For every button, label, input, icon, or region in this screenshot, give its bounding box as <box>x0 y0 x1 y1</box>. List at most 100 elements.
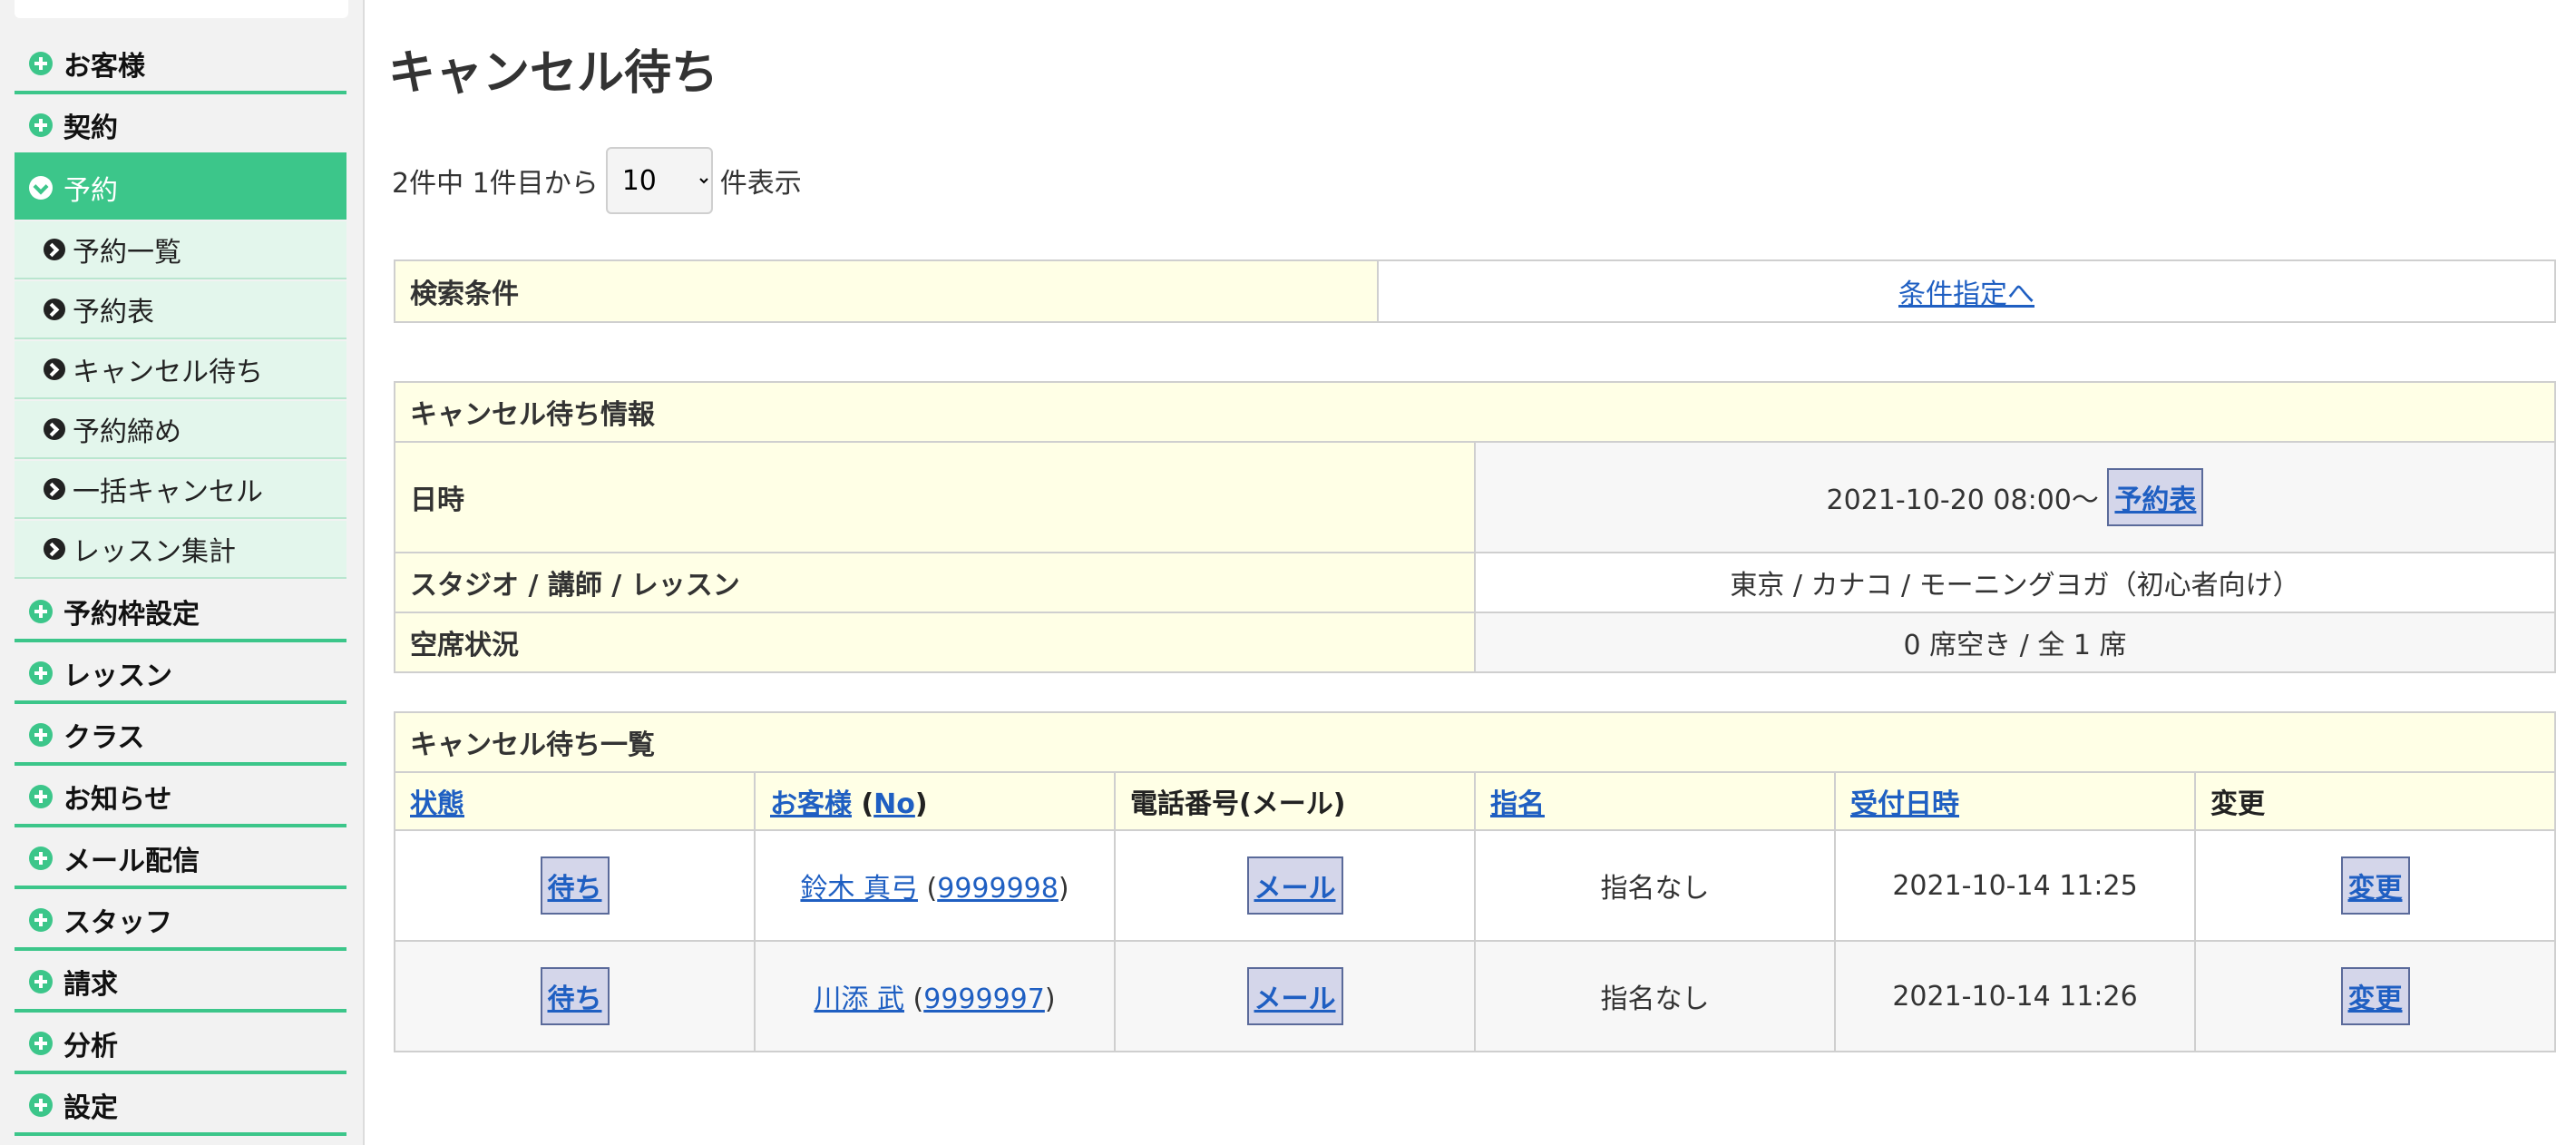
search-link-cell: 条件指定へ <box>1377 259 2556 323</box>
sidebar-subitem-reservation-list[interactable]: 予約一覧 <box>15 221 346 279</box>
info-table: キャンセル待ち情報 日時 2021-10-20 08:00〜 予約表 スタジオ … <box>394 381 2556 673</box>
customer-name-link[interactable]: 川添 武 <box>814 984 904 1015</box>
sidebar-subitem-bulk-cancel[interactable]: 一括キャンセル <box>15 461 346 519</box>
customer-name-link[interactable]: 鈴木 真弓 <box>800 873 918 905</box>
sidebar-item-label: 予約 <box>63 175 118 207</box>
sidebar-subitem-label: 予約一覧 <box>73 237 181 269</box>
sidebar-item-classes[interactable]: クラス <box>15 708 346 766</box>
change-cell: 変更 <box>2194 829 2556 942</box>
schedule-button[interactable]: 予約表 <box>2107 468 2204 526</box>
sidebar-item-label: お知らせ <box>63 784 172 816</box>
page-size-select[interactable]: 10 <box>605 147 713 214</box>
change-button[interactable]: 変更 <box>2340 967 2410 1025</box>
arrow-right-circle-icon <box>44 478 65 500</box>
customer-no-link[interactable]: 9999997 <box>923 984 1045 1015</box>
sidebar-subitem-label: 予約表 <box>73 297 154 328</box>
sidebar-subitem-label: 一括キャンセル <box>73 476 263 508</box>
studio-label: スタジオ / 講師 / レッスン <box>394 552 1476 613</box>
pager: 2件中 1件目から 10 件表示 <box>392 147 802 214</box>
plus-circle-icon <box>29 723 53 747</box>
arrow-right-circle-icon <box>44 358 65 380</box>
sidebar-item-label: レッスン <box>63 661 172 692</box>
mail-cell: メール <box>1114 829 1476 942</box>
sidebar-item-lessons[interactable]: レッスン <box>15 646 346 704</box>
plus-circle-icon <box>29 1032 53 1055</box>
sidebar-item-slot-settings[interactable]: 予約枠設定 <box>15 584 346 642</box>
plus-circle-icon <box>29 661 53 685</box>
customer-cell: 鈴木 真弓 (9999998) <box>754 829 1116 942</box>
pager-prefix: 2件中 1件目から <box>392 168 599 200</box>
waitlist-title: キャンセル待ち一覧 <box>394 711 2556 773</box>
plus-circle-icon <box>29 113 53 137</box>
sidebar-item-label: 請求 <box>63 969 118 1001</box>
search-conditions-link[interactable]: 条件指定へ <box>1898 279 2034 310</box>
sidebar-item-label: 契約 <box>63 113 118 144</box>
main-content: キャンセル待ち 2件中 1件目から 10 件表示 検索条件 条件指定へ キャンセ… <box>363 0 2576 1145</box>
table-row: 待ち 川添 武 (9999997) メール 指名なし 2021-10-14 11… <box>394 940 2556 1052</box>
status-cell: 待ち <box>394 940 756 1052</box>
plus-circle-icon <box>29 785 53 808</box>
sort-customer-no-link[interactable]: No <box>873 788 915 820</box>
mail-cell: メール <box>1114 940 1476 1052</box>
sidebar-subitem-reservation-close[interactable]: 予約締め <box>15 401 346 459</box>
sidebar-subitem-lesson-summary[interactable]: レッスン集計 <box>15 521 346 579</box>
plus-circle-icon <box>29 970 53 993</box>
plus-circle-icon <box>29 847 53 870</box>
nomination-cell: 指名なし <box>1474 829 1836 942</box>
sidebar-subitem-label: レッスン集計 <box>73 536 236 568</box>
change-cell: 変更 <box>2194 940 2556 1052</box>
search-table: 検索条件 条件指定へ <box>394 259 2556 323</box>
sidebar-item-settings[interactable]: 設定 <box>15 1078 346 1136</box>
plus-circle-icon <box>29 908 53 932</box>
mail-button[interactable]: メール <box>1246 856 1343 915</box>
sidebar-item-reservations[interactable]: 予約 <box>15 156 346 220</box>
col-received[interactable]: 受付日時 <box>1834 771 2196 831</box>
customer-no-link[interactable]: 9999998 <box>937 873 1059 905</box>
sidebar-subitem-reservation-table[interactable]: 予約表 <box>15 281 346 339</box>
seats-label: 空席状況 <box>394 612 1476 673</box>
sort-received-link[interactable]: 受付日時 <box>1850 788 1959 820</box>
sidebar-subitem-label: キャンセル待ち <box>73 357 263 388</box>
sidebar: お客様 契約 予約 予約一覧 予約表 キャンセル待ち 予約締め 一括キャンセル … <box>0 0 365 1145</box>
status-cell: 待ち <box>394 829 756 942</box>
sidebar-item-label: 設定 <box>63 1092 118 1124</box>
change-button[interactable]: 変更 <box>2340 856 2410 915</box>
sidebar-item-label: 分析 <box>63 1031 118 1062</box>
search-label: 検索条件 <box>394 259 1379 323</box>
col-customer: お客様 (No) <box>754 771 1116 831</box>
status-button[interactable]: 待ち <box>540 967 610 1025</box>
plus-circle-icon <box>29 600 53 623</box>
col-nomination[interactable]: 指名 <box>1474 771 1836 831</box>
sidebar-item-customers[interactable]: お客様 <box>15 36 346 94</box>
sort-nomination-link[interactable]: 指名 <box>1490 788 1545 820</box>
pager-suffix: 件表示 <box>719 168 802 200</box>
sidebar-subitem-label: 予約締め <box>73 416 181 448</box>
received-cell: 2021-10-14 11:25 <box>1834 829 2196 942</box>
sort-status-link[interactable]: 状態 <box>410 788 464 820</box>
nomination-cell: 指名なし <box>1474 940 1836 1052</box>
table-row: 待ち 鈴木 真弓 (9999998) メール 指名なし 2021-10-14 1… <box>394 829 2556 942</box>
page-title: キャンセル待ち <box>388 46 719 101</box>
received-cell: 2021-10-14 11:26 <box>1834 940 2196 1052</box>
arrow-right-circle-icon <box>44 538 65 560</box>
chevron-down-circle-icon <box>29 176 53 200</box>
plus-circle-icon <box>29 1093 53 1117</box>
col-phone: 電話番号(メール) <box>1114 771 1476 831</box>
status-button[interactable]: 待ち <box>540 856 610 915</box>
sidebar-item-analytics[interactable]: 分析 <box>15 1016 346 1074</box>
sidebar-item-mail-delivery[interactable]: メール配信 <box>15 831 346 889</box>
sort-customer-link[interactable]: お客様 <box>770 788 852 820</box>
waitlist-table: キャンセル待ち一覧 状態 お客様 (No) 電話番号(メール) 指名 受付日時 … <box>394 711 2556 1052</box>
sidebar-item-label: 予約枠設定 <box>63 599 200 631</box>
sidebar-item-billing[interactable]: 請求 <box>15 954 346 1013</box>
mail-button[interactable]: メール <box>1246 967 1343 1025</box>
sidebar-item-staff[interactable]: スタッフ <box>15 893 346 951</box>
info-title: キャンセル待ち情報 <box>394 381 2556 443</box>
col-change: 変更 <box>2194 771 2556 831</box>
sidebar-subitem-cancel-wait[interactable]: キャンセル待ち <box>15 341 346 399</box>
arrow-right-circle-icon <box>44 298 65 320</box>
sidebar-item-contracts[interactable]: 契約 <box>15 98 346 156</box>
col-status[interactable]: 状態 <box>394 771 756 831</box>
sidebar-item-notices[interactable]: お知らせ <box>15 769 346 827</box>
customer-cell: 川添 武 (9999997) <box>754 940 1116 1052</box>
